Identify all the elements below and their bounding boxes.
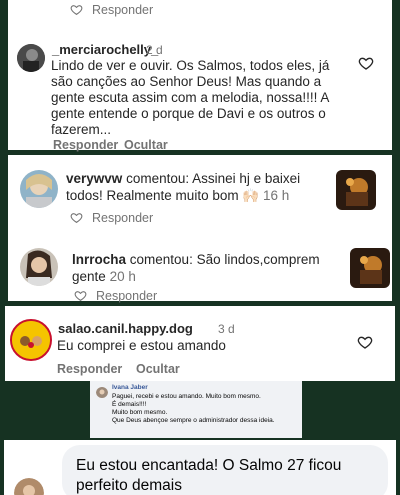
comment-username[interactable]: lnrrocha: [72, 252, 126, 267]
facebook-comment-author: Ivana Jaber: [112, 384, 148, 391]
comment-text-line: Lindo de ver e ouvir. Os Salmos, todos e…: [51, 58, 330, 73]
heart-outline-icon: [74, 289, 87, 302]
comment-text-line: são canções ao Senhor Deus! Mas quando a: [51, 74, 322, 89]
reply-button[interactable]: Responder: [70, 211, 153, 225]
reply-label: Responder: [92, 3, 154, 17]
post-thumbnail[interactable]: [336, 170, 376, 210]
reply-button[interactable]: Responder: [53, 138, 118, 152]
comment-action: comentou:: [126, 171, 190, 186]
comment-text: lnrrocha comentou: São lindos,comprem ge…: [72, 252, 342, 285]
comment-time: 20 h: [109, 269, 136, 284]
facebook-comment-line: Que Deus abençoe sempre o administrador …: [112, 417, 275, 424]
comment-username[interactable]: verywvw: [66, 171, 122, 186]
post-thumbnail[interactable]: [350, 248, 390, 288]
reply-label: Responder: [96, 289, 158, 303]
reply-button[interactable]: Responder: [57, 362, 122, 376]
avatar[interactable]: [20, 248, 58, 286]
avatar[interactable]: [10, 319, 52, 361]
comment-username[interactable]: _merciarochelly_: [52, 42, 158, 57]
reply-button[interactable]: Responder: [74, 289, 157, 303]
comment-text-line: gente: [72, 269, 106, 284]
comment-text-line: gente entende o porque de Davi e os outr…: [51, 106, 326, 121]
like-heart-icon[interactable]: [357, 334, 373, 350]
avatar[interactable]: [14, 478, 44, 495]
facebook-comment-line: Muito bom mesmo.: [112, 409, 168, 416]
reply-label: Responder: [92, 211, 154, 225]
comment-time: 2 d: [146, 43, 163, 57]
comment-text: Eu comprei e estou amando: [57, 338, 226, 353]
comment-panel-3: salao.canil.happy.dog 3 d Eu comprei e e…: [5, 306, 395, 381]
comment-panel-2: verywvw comentou: Assinei hj e baixei to…: [8, 155, 392, 303]
comment-time: 16 h: [262, 188, 290, 203]
comment-text-line: todos! Realmente muito bom: [66, 188, 239, 203]
avatar[interactable]: [20, 170, 58, 208]
like-heart-icon[interactable]: [358, 55, 374, 71]
reply-button[interactable]: Responder: [70, 3, 153, 17]
comment-text: Eu estou encantada! O Salmo 27 ficou per…: [76, 456, 341, 495]
comment-username[interactable]: salao.canil.happy.dog: [58, 321, 193, 336]
heart-outline-icon: [70, 3, 83, 16]
comment-time: 3 d: [218, 322, 235, 336]
comment-text-line: Eu estou encantada! O Salmo 27 ficou: [76, 457, 342, 474]
comment-text-line: perfeito demais: [76, 477, 182, 494]
comment-text-line: fazerem...: [51, 122, 112, 137]
facebook-comment-line: Paguei, recebi e estou amando. Muito bom…: [112, 393, 261, 400]
avatar[interactable]: [17, 44, 45, 72]
comment-action: comentou:: [129, 252, 193, 267]
comment-text: verywvw comentou: Assinei hj e baixei to…: [66, 171, 336, 204]
avatar: [96, 386, 108, 398]
comment-text-line: São lindos,comprem: [196, 252, 320, 267]
comment-text: Lindo de ver e ouvir. Os Salmos, todos e…: [51, 58, 329, 138]
heart-outline-icon: [70, 211, 83, 224]
comment-text-line: Assinei hj e baixei: [192, 171, 301, 186]
comment-panel-1: Responder _merciarochelly_ 2 d Lindo de …: [8, 0, 392, 152]
hide-button[interactable]: Ocultar: [136, 362, 180, 376]
hide-button[interactable]: Ocultar: [124, 138, 168, 152]
comment-panel-5: Eu estou encantada! O Salmo 27 ficou per…: [4, 440, 396, 495]
facebook-comment-text: Paguei, recebi e estou amando. Muito bom…: [112, 393, 275, 425]
facebook-comment-card: Ivana Jaber Paguei, recebi e estou amand…: [90, 381, 302, 438]
comment-text-line: gente escuta assim com a melodia, nossa!…: [51, 90, 330, 105]
facebook-comment-line: É demais!!!!: [112, 401, 147, 408]
raising-hands-emoji: 🙌🏻: [242, 188, 260, 203]
